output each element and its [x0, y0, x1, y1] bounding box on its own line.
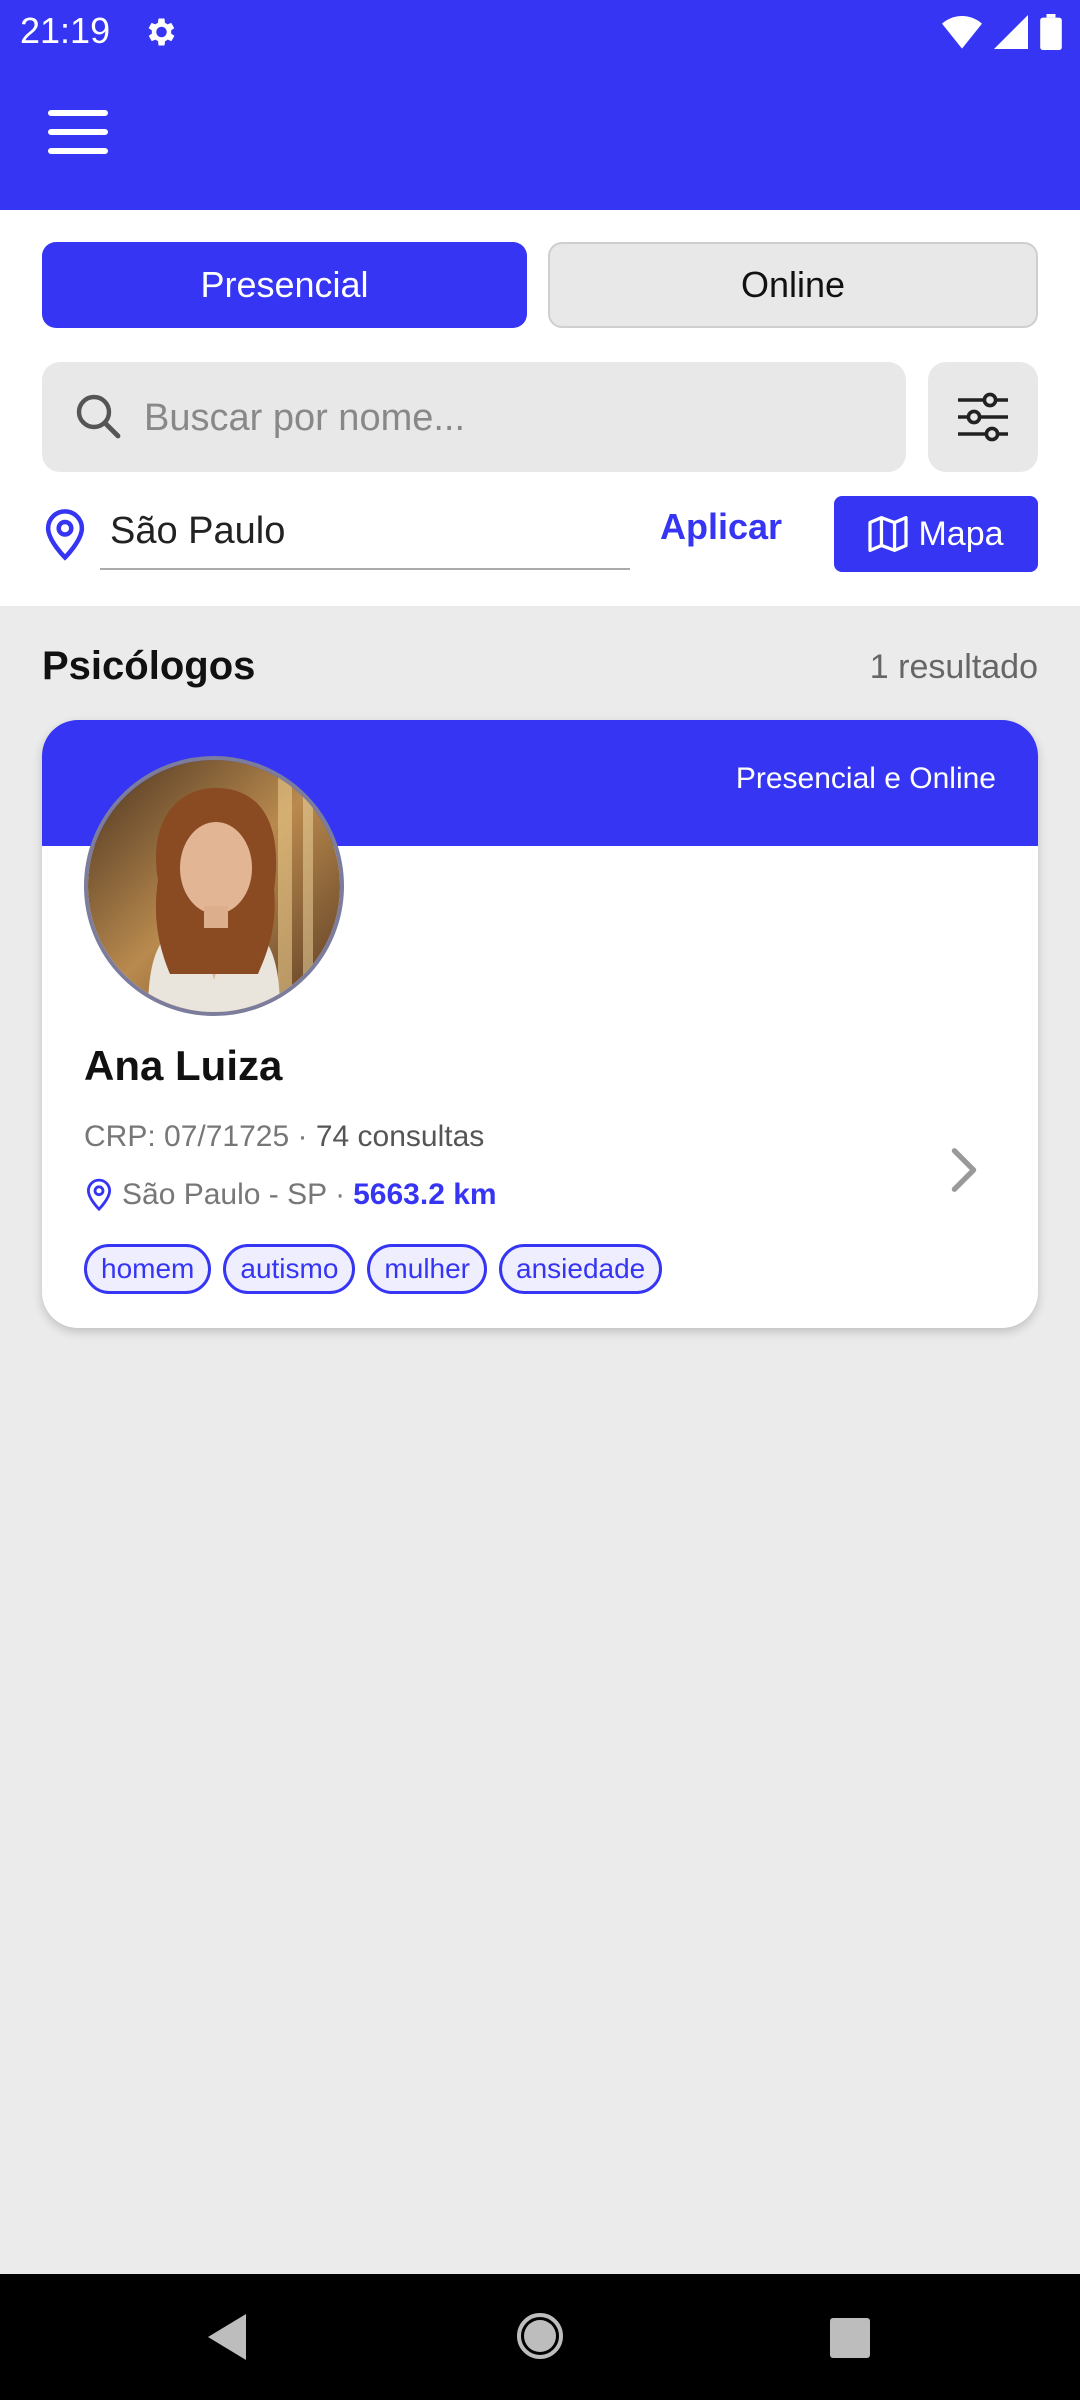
tag: autismo: [223, 1244, 356, 1294]
separator: ·: [297, 1120, 308, 1153]
tab-presencial[interactable]: Presencial: [42, 242, 527, 328]
map-button-label: Mapa: [918, 514, 1004, 553]
location-input[interactable]: [100, 494, 630, 570]
location-pin-icon: [45, 509, 85, 561]
card-location: São Paulo - SP · 5663.2 km: [84, 1178, 497, 1212]
crp-number: CRP: 07/71725: [84, 1120, 290, 1153]
signal-icon: [994, 15, 1028, 49]
search-input[interactable]: [142, 382, 886, 454]
chevron-right-icon[interactable]: [946, 1146, 982, 1194]
status-time: 21:19: [20, 10, 111, 51]
search-panel: Presencial Online Aplicar Mapa: [0, 210, 1080, 606]
map-icon: [868, 516, 909, 552]
recents-icon[interactable]: [830, 2318, 870, 2358]
tab-online[interactable]: Online: [548, 242, 1038, 328]
sliders-icon: [958, 392, 1008, 442]
psychologist-name: Ana Luiza: [84, 1042, 283, 1089]
wifi-icon: [942, 16, 982, 49]
avatar: [84, 756, 344, 1016]
search-box: [42, 362, 906, 472]
apply-button[interactable]: Aplicar: [660, 506, 782, 548]
hamburger-menu-icon[interactable]: [44, 104, 112, 160]
home-icon[interactable]: [516, 2312, 564, 2360]
card-meta: CRP: 07/71725 · 74 consultas: [84, 1120, 484, 1154]
gear-icon: [148, 18, 175, 46]
location-text: São Paulo - SP: [122, 1178, 328, 1211]
result-count: 1 resultado: [869, 648, 1038, 686]
location-pin-icon: [86, 1178, 112, 1212]
app-bar: [0, 64, 1080, 210]
psychologist-card[interactable]: Presencial e Online Ana Luiza CRP: 07/71…: [42, 720, 1038, 1328]
tag: ansiedade: [499, 1244, 663, 1294]
search-icon: [76, 394, 121, 439]
map-button[interactable]: Mapa: [834, 496, 1038, 572]
tag: mulher: [367, 1244, 488, 1294]
status-icons: [942, 12, 1062, 52]
tag: homem: [84, 1244, 212, 1294]
battery-icon: [1040, 14, 1062, 50]
modality-badge: Presencial e Online: [735, 762, 996, 795]
back-icon[interactable]: [204, 2312, 248, 2362]
separator: ·: [335, 1178, 346, 1211]
status-bar: 21:19: [0, 0, 1080, 64]
consultations-count: 74 consultas: [315, 1120, 485, 1153]
distance: 5663.2 km: [353, 1178, 497, 1211]
section-title: Psicólogos: [42, 644, 256, 688]
filter-button[interactable]: [928, 362, 1038, 472]
system-nav-bar: [0, 2274, 1080, 2400]
tag-list: homem autismo mulher ansiedade: [84, 1244, 663, 1294]
